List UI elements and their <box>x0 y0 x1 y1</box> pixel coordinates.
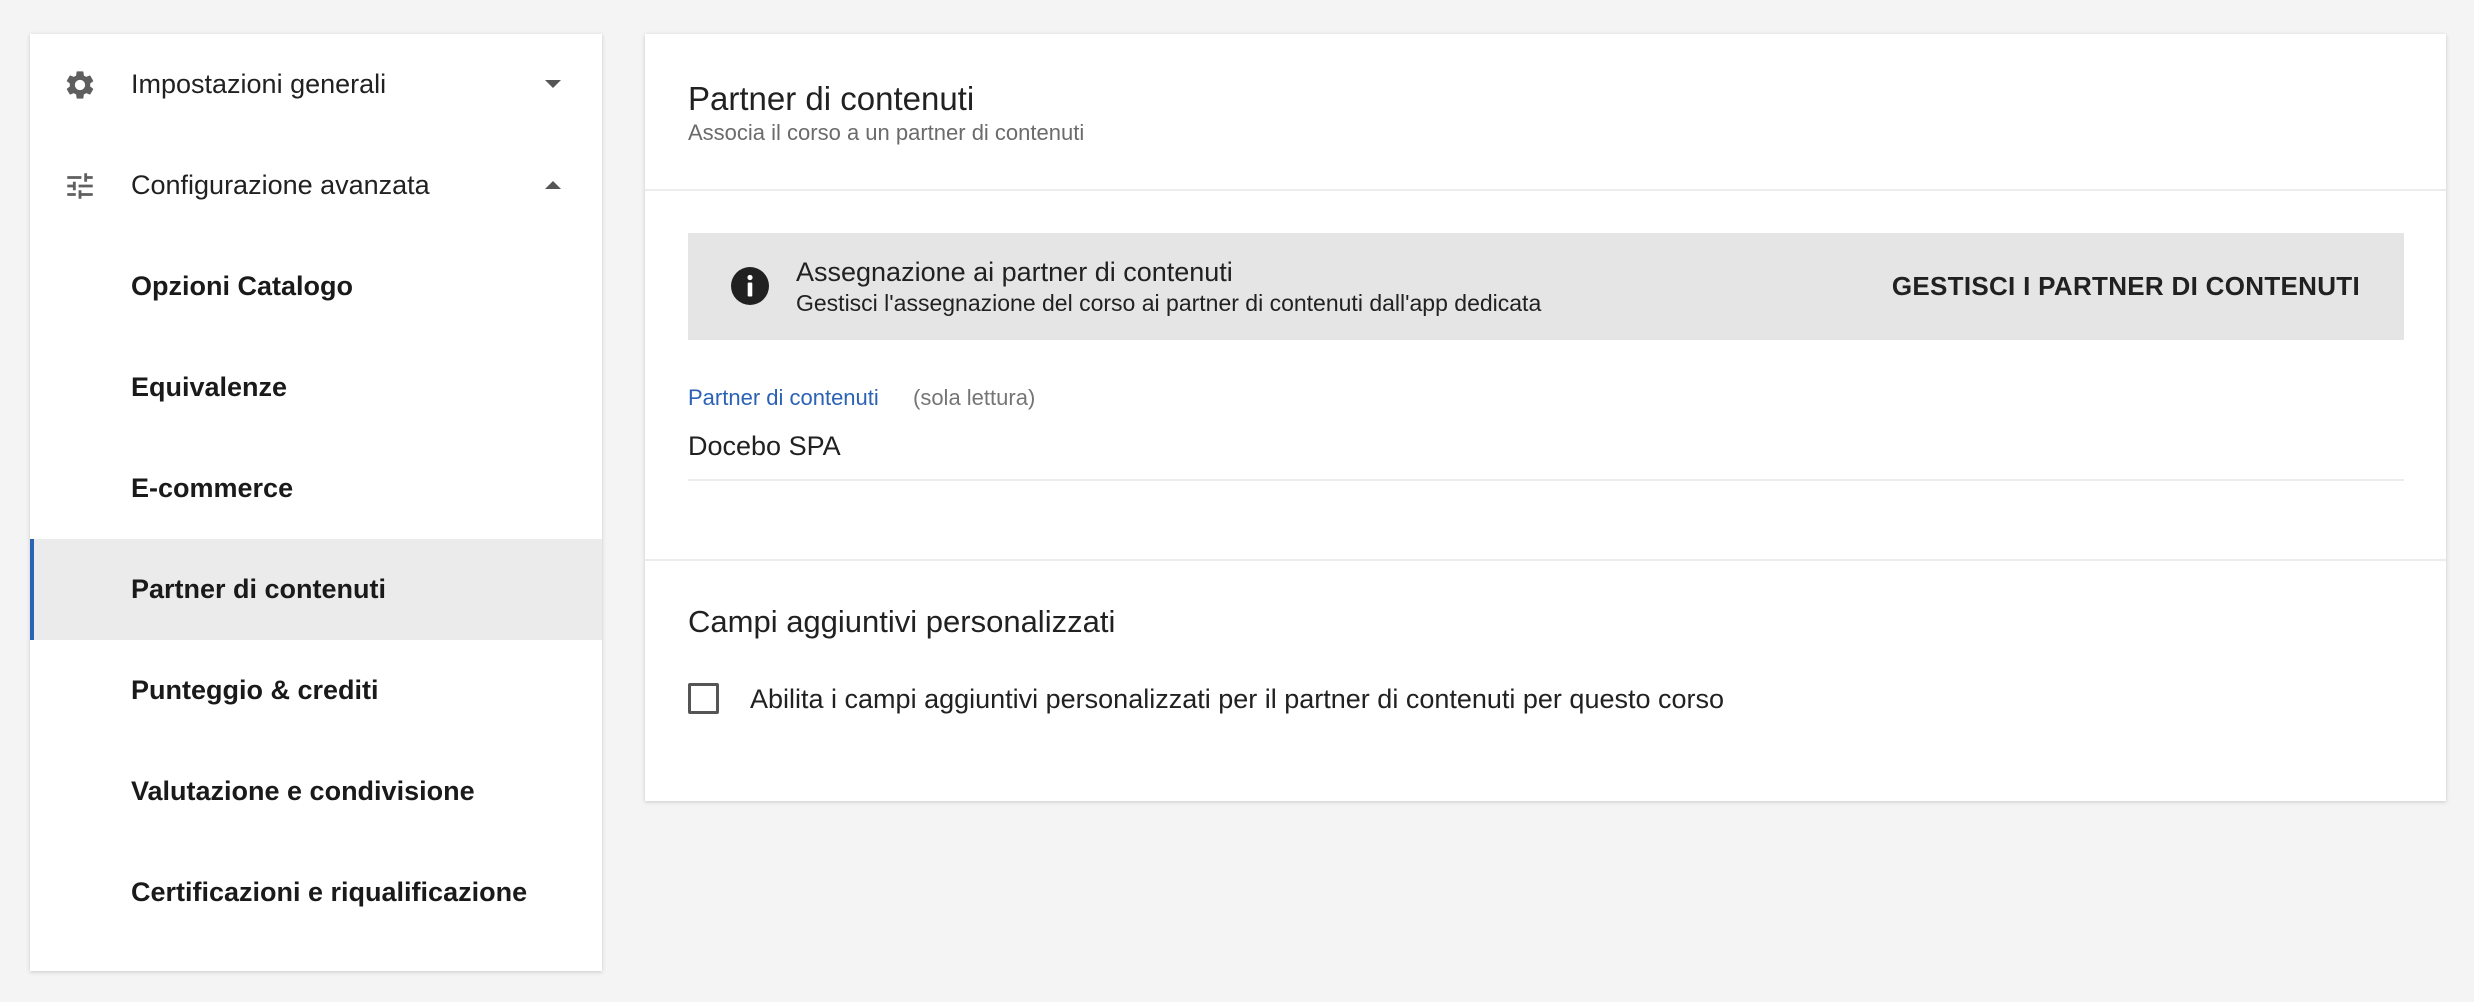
manage-content-partners-button[interactable]: GESTISCI I PARTNER DI CONTENUTI <box>1892 271 2360 302</box>
banner-description: Gestisci l'assegnazione del corso ai par… <box>796 290 1542 316</box>
sidebar-item-label: Punteggio & crediti <box>131 675 379 705</box>
gear-icon <box>63 68 97 102</box>
sidebar-item-label: E-commerce <box>131 473 294 503</box>
sidebar-group-label: Impostazioni generali <box>131 69 387 99</box>
sidebar-item-partner-di-contenuti[interactable]: Partner di contenuti <box>30 539 602 640</box>
info-banner: Assegnazione ai partner di contenuti Ges… <box>688 233 2404 340</box>
custom-fields-checkbox[interactable] <box>688 683 719 714</box>
tune-icon <box>63 169 97 203</box>
sidebar-group-label: Configurazione avanzata <box>131 170 430 200</box>
sidebar-group-impostazioni-generali[interactable]: Impostazioni generali <box>30 34 602 135</box>
banner-title: Assegnazione ai partner di contenuti <box>796 257 1233 287</box>
checkbox-label[interactable]: Abilita i campi aggiuntivi personalizzat… <box>750 684 1724 715</box>
sidebar-item-label: Partner di contenuti <box>131 574 387 604</box>
divider <box>645 189 2446 191</box>
sidebar-item-punteggio-crediti[interactable]: Punteggio & crediti <box>30 640 602 741</box>
sidebar-group-configurazione-avanzata[interactable]: Configurazione avanzata <box>30 135 602 236</box>
sidebar-item-label: Opzioni Catalogo <box>131 271 353 301</box>
sidebar-item-label: Valutazione e condivisione <box>131 776 475 806</box>
page-subtitle: Associa il corso a un partner di contenu… <box>688 120 1085 145</box>
sidebar-item-equivalenze[interactable]: Equivalenze <box>30 337 602 438</box>
sidebar-item-certificazioni[interactable]: Certificazioni e riqualificazione <box>30 842 602 943</box>
read-only-note: (sola lettura) <box>913 385 1036 410</box>
page-title: Partner di contenuti <box>688 80 975 117</box>
field-underline <box>688 479 2404 481</box>
divider <box>645 559 2446 561</box>
sidebar-item-opzioni-catalogo[interactable]: Opzioni Catalogo <box>30 236 602 337</box>
section-title: Campi aggiuntivi personalizzati <box>688 604 1116 639</box>
content-partner-value: Docebo SPA <box>688 431 841 461</box>
field-label: Partner di contenuti <box>688 385 879 410</box>
sidebar-item-label: Certificazioni e riqualificazione <box>131 877 528 907</box>
chevron-down-icon <box>544 74 562 94</box>
sidebar-item-e-commerce[interactable]: E-commerce <box>30 438 602 539</box>
sidebar: Impostazioni generali Configurazione ava… <box>30 34 602 971</box>
main-panel: Partner di contenuti Associa il corso a … <box>645 34 2446 801</box>
info-icon <box>730 266 770 306</box>
sidebar-item-label: Equivalenze <box>131 372 288 402</box>
chevron-up-icon <box>544 175 562 195</box>
sidebar-item-valutazione-condivisione[interactable]: Valutazione e condivisione <box>30 741 602 842</box>
